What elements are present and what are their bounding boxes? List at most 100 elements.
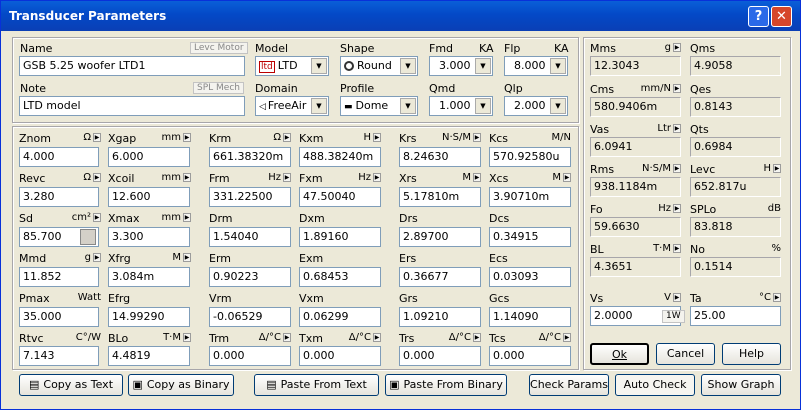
dcs-field[interactable]: 0.34915 [489,227,571,247]
qmd-select[interactable]: 1.000 ▼ [429,96,493,116]
znom-field[interactable]: 4.000 [19,147,99,167]
cms-unit[interactable]: mm/N ▶ [631,83,681,94]
tcs-unit[interactable]: Δ/°C ▶ [527,332,571,343]
qlp-select[interactable]: 2.000 ▼ [504,96,568,116]
kxm-field[interactable]: 488.38240m [299,147,381,167]
close-button[interactable]: ✕ [771,6,792,27]
trm-field[interactable]: 0.000 [209,346,291,366]
znom-unit[interactable]: Ω ▶ [61,132,101,143]
xrs-unit[interactable]: M ▶ [439,172,481,183]
trm-unit[interactable]: Δ/°C ▶ [247,332,291,343]
check-params-button[interactable]: Check Params [529,374,609,396]
levc-motor-button[interactable]: Levc Motor [190,42,248,54]
krm-field[interactable]: 661.38320m [209,147,291,167]
xrs-field[interactable]: 5.17810m [399,187,481,207]
vs-1w-button[interactable]: 1W [662,310,685,323]
copy-as-binary-button[interactable]: ▣ Copy as Binary [128,374,234,396]
help-button[interactable]: Help [722,343,781,365]
vas-unit[interactable]: Ltr ▶ [641,123,681,134]
vrm-field[interactable]: -0.06529 [209,307,291,327]
help-title-button[interactable]: ? [748,6,769,27]
levc-unit[interactable]: H ▶ [741,163,781,174]
chevron-down-icon[interactable]: ▼ [550,98,566,114]
xfrg-unit[interactable]: M ▶ [149,252,191,263]
xmax-field[interactable]: 3.300 [108,227,190,247]
chevron-down-icon[interactable]: ▼ [475,58,491,74]
txm-unit[interactable]: Δ/°C ▶ [337,332,381,343]
revc-unit[interactable]: Ω ▶ [61,172,101,183]
xcs-field[interactable]: 3.90710m [489,187,571,207]
name-field[interactable]: GSB 5.25 woofer LTD1 [19,56,245,76]
txm-field[interactable]: 0.000 [299,346,381,366]
frm-field[interactable]: 331.22500 [209,187,291,207]
tcs-field[interactable]: 0.000 [489,346,571,366]
drm-field[interactable]: 1.54040 [209,227,291,247]
fxm-unit[interactable]: Hz ▶ [341,172,381,183]
profile-select[interactable]: ▬ Dome ▼ [340,96,418,116]
domain-select[interactable]: ◁ FreeAir ▼ [255,96,329,116]
fxm-field[interactable]: 47.50040 [299,187,381,207]
fo-unit[interactable]: Hz ▶ [641,203,681,214]
chevron-down-icon[interactable]: ▼ [475,98,491,114]
sd-calc-button[interactable] [80,229,96,245]
kcs-field[interactable]: 570.92580u [489,147,571,167]
dxm-field[interactable]: 1.89160 [299,227,381,247]
kxm-unit[interactable]: H ▶ [341,132,381,143]
ok-button[interactable]: Ok [590,343,649,365]
krm-unit[interactable]: Ω ▶ [251,132,291,143]
chevron-down-icon[interactable]: ▼ [400,58,416,74]
vxm-field[interactable]: 0.06299 [299,307,381,327]
rms-unit[interactable]: N·S/M ▶ [631,163,681,174]
drs-field[interactable]: 2.89700 [399,227,481,247]
krs-field[interactable]: 8.24630 [399,147,481,167]
model-select[interactable]: ltd LTD ▼ [255,56,329,76]
paste-from-text-button[interactable]: ▤ Paste From Text [254,374,379,396]
xgap-unit[interactable]: mm ▶ [149,132,191,143]
chevron-down-icon[interactable]: ▼ [311,58,327,74]
krs-unit[interactable]: N·S/M ▶ [431,132,481,143]
trs-unit[interactable]: Δ/°C ▶ [437,332,481,343]
sd-unit[interactable]: cm² ▶ [57,212,101,223]
grs-field[interactable]: 1.09210 [399,307,481,327]
gcs-field[interactable]: 1.14090 [489,307,571,327]
frm-unit[interactable]: Hz ▶ [251,172,291,183]
xmax-unit[interactable]: mm ▶ [149,212,191,223]
note-field[interactable]: LTD model [19,96,245,116]
copy-as-text-button[interactable]: ▤ Copy as Text [19,374,123,396]
shape-select[interactable]: Round ▼ [340,56,418,76]
vs-unit[interactable]: V ▶ [641,292,681,303]
auto-check-toggle[interactable]: Auto Check [615,374,695,396]
mmd-field[interactable]: 11.852 [19,267,99,287]
pmax-field[interactable]: 35.000 [19,307,99,327]
show-graph-button[interactable]: Show Graph [701,374,781,396]
flp-select[interactable]: 8.000 ▼ [504,56,568,76]
ta-field[interactable]: 25.00 [690,306,781,326]
title-bar[interactable]: Transducer Parameters ? ✕ [1,1,800,31]
fmd-select[interactable]: 3.000 ▼ [429,56,493,76]
chevron-down-icon[interactable]: ▼ [311,98,327,114]
bl-unit[interactable]: T·M ▶ [641,243,681,254]
xfrg-field[interactable]: 3.084m [108,267,190,287]
exm-field[interactable]: 0.68453 [299,267,381,287]
chevron-down-icon[interactable]: ▼ [400,98,416,114]
xcs-unit[interactable]: M ▶ [529,172,571,183]
ta-unit[interactable]: °C ▶ [741,292,781,303]
erm-field[interactable]: 0.90223 [209,267,291,287]
trs-field[interactable]: 0.000 [399,346,481,366]
blo-field[interactable]: 4.4819 [108,346,190,366]
paste-from-binary-button[interactable]: ▣ Paste From Binary [385,374,507,396]
xgap-field[interactable]: 6.000 [108,147,190,167]
xcoil-field[interactable]: 12.600 [108,187,190,207]
ecs-field[interactable]: 0.03093 [489,267,571,287]
efrg-field[interactable]: 14.99290 [108,307,190,327]
mms-unit[interactable]: g ▶ [641,42,681,53]
xcoil-unit[interactable]: mm ▶ [149,172,191,183]
chevron-down-icon[interactable]: ▼ [550,58,566,74]
blo-unit[interactable]: T·M ▶ [149,332,191,343]
revc-field[interactable]: 3.280 [19,187,99,207]
mmd-unit[interactable]: g ▶ [61,252,101,263]
ers-field[interactable]: 0.36677 [399,267,481,287]
cancel-button[interactable]: Cancel [656,343,715,365]
rtvc-field[interactable]: 7.143 [19,346,99,366]
spl-mech-button[interactable]: SPL Mech [193,82,244,94]
